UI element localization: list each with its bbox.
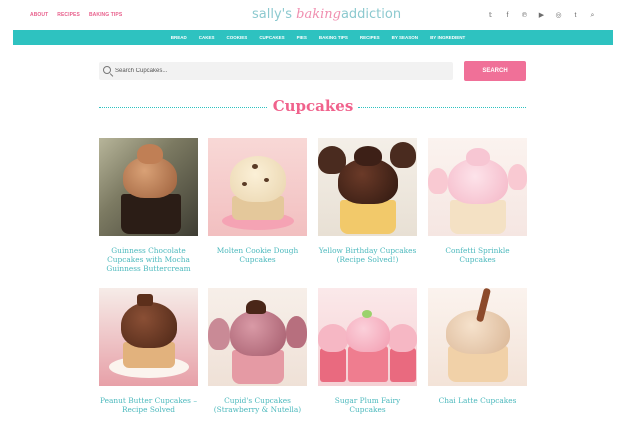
recipe-photo[interactable] bbox=[208, 138, 307, 236]
search-icon[interactable]: ⌕ bbox=[588, 11, 597, 20]
top-link-recipes[interactable]: RECIPES bbox=[57, 12, 80, 18]
nav-item-cookies[interactable]: COOKIES bbox=[227, 35, 248, 40]
title-divider-left bbox=[99, 107, 267, 108]
recipe-card[interactable]: Chai Latte Cupcakes bbox=[428, 288, 527, 405]
recipe-photo[interactable] bbox=[208, 288, 307, 386]
recipe-title[interactable]: Chai Latte Cupcakes bbox=[428, 396, 527, 405]
tumblr-icon[interactable]: t bbox=[571, 11, 580, 20]
logo-text-2: baking bbox=[296, 7, 341, 22]
youtube-icon[interactable]: ▶ bbox=[537, 11, 546, 20]
recipe-photo[interactable] bbox=[428, 138, 527, 236]
recipe-title[interactable]: Sugar Plum Fairy Cupcakes bbox=[318, 396, 417, 414]
nav-item-by-season[interactable]: BY SEASON bbox=[392, 35, 418, 40]
recipe-card[interactable]: Cupid's Cupcakes (Strawberry & Nutella) bbox=[208, 288, 307, 414]
nav-item-by-ingredient[interactable]: BY INGREDIENT bbox=[430, 35, 465, 40]
twitter-icon[interactable]: 𝕥 bbox=[486, 11, 495, 20]
recipe-card[interactable]: Molten Cookie Dough Cupcakes bbox=[208, 138, 307, 264]
recipe-photo[interactable] bbox=[99, 138, 198, 236]
search-button[interactable]: SEARCH bbox=[464, 61, 526, 81]
recipe-photo[interactable] bbox=[318, 288, 417, 386]
nav-item-baking-tips[interactable]: BAKING TIPS bbox=[319, 35, 348, 40]
recipe-card[interactable]: Yellow Birthday Cupcakes (Recipe Solved!… bbox=[318, 138, 417, 264]
recipe-title[interactable]: Guinness Chocolate Cupcakes with Mocha G… bbox=[99, 246, 198, 273]
recipe-title[interactable]: Confetti Sprinkle Cupcakes bbox=[428, 246, 527, 264]
instagram-icon[interactable]: ◎ bbox=[554, 11, 563, 20]
nav-item-cupcakes[interactable]: CUPCAKES bbox=[259, 35, 284, 40]
top-link-about[interactable]: ABOUT bbox=[30, 12, 48, 18]
nav-item-recipes[interactable]: RECIPES bbox=[360, 35, 380, 40]
search-input[interactable] bbox=[115, 65, 445, 77]
logo-text-3: addiction bbox=[340, 7, 402, 22]
site-header: ABOUT RECIPES BAKING TIPS sally's baking… bbox=[0, 0, 631, 32]
top-link-baking-tips[interactable]: BAKING TIPS bbox=[89, 12, 122, 18]
recipe-title[interactable]: Cupid's Cupcakes (Strawberry & Nutella) bbox=[208, 396, 307, 414]
nav-item-pies[interactable]: PIES bbox=[297, 35, 307, 40]
nav-item-cakes[interactable]: CAKES bbox=[199, 35, 215, 40]
facebook-icon[interactable]: f bbox=[503, 11, 512, 20]
recipe-card[interactable]: Confetti Sprinkle Cupcakes bbox=[428, 138, 527, 264]
social-icons: 𝕥 f ℗ ▶ ◎ t ⌕ bbox=[486, 11, 597, 20]
top-links: ABOUT RECIPES BAKING TIPS bbox=[30, 12, 122, 18]
site-logo[interactable]: sally's bakingaddiction bbox=[252, 7, 401, 22]
recipe-title[interactable]: Yellow Birthday Cupcakes (Recipe Solved!… bbox=[318, 246, 417, 264]
recipe-card[interactable]: Peanut Butter Cupcakes – Recipe Solved bbox=[99, 288, 198, 414]
search-box bbox=[99, 62, 453, 80]
search-icon bbox=[103, 66, 111, 74]
recipe-title[interactable]: Molten Cookie Dough Cupcakes bbox=[208, 246, 307, 264]
recipe-photo[interactable] bbox=[428, 288, 527, 386]
recipe-card[interactable]: Sugar Plum Fairy Cupcakes bbox=[318, 288, 417, 414]
recipe-title[interactable]: Peanut Butter Cupcakes – Recipe Solved bbox=[99, 396, 198, 414]
main-nav: BREAD CAKES COOKIES CUPCAKES PIES BAKING… bbox=[13, 30, 613, 45]
recipe-photo[interactable] bbox=[99, 288, 198, 386]
recipe-photo[interactable] bbox=[318, 138, 417, 236]
recipe-card[interactable]: Guinness Chocolate Cupcakes with Mocha G… bbox=[99, 138, 198, 273]
logo-text-1: sally's bbox=[252, 7, 297, 22]
page-title: Cupcakes bbox=[272, 97, 354, 115]
title-divider-right bbox=[358, 107, 526, 108]
pinterest-icon[interactable]: ℗ bbox=[520, 11, 529, 20]
nav-item-bread[interactable]: BREAD bbox=[171, 35, 187, 40]
